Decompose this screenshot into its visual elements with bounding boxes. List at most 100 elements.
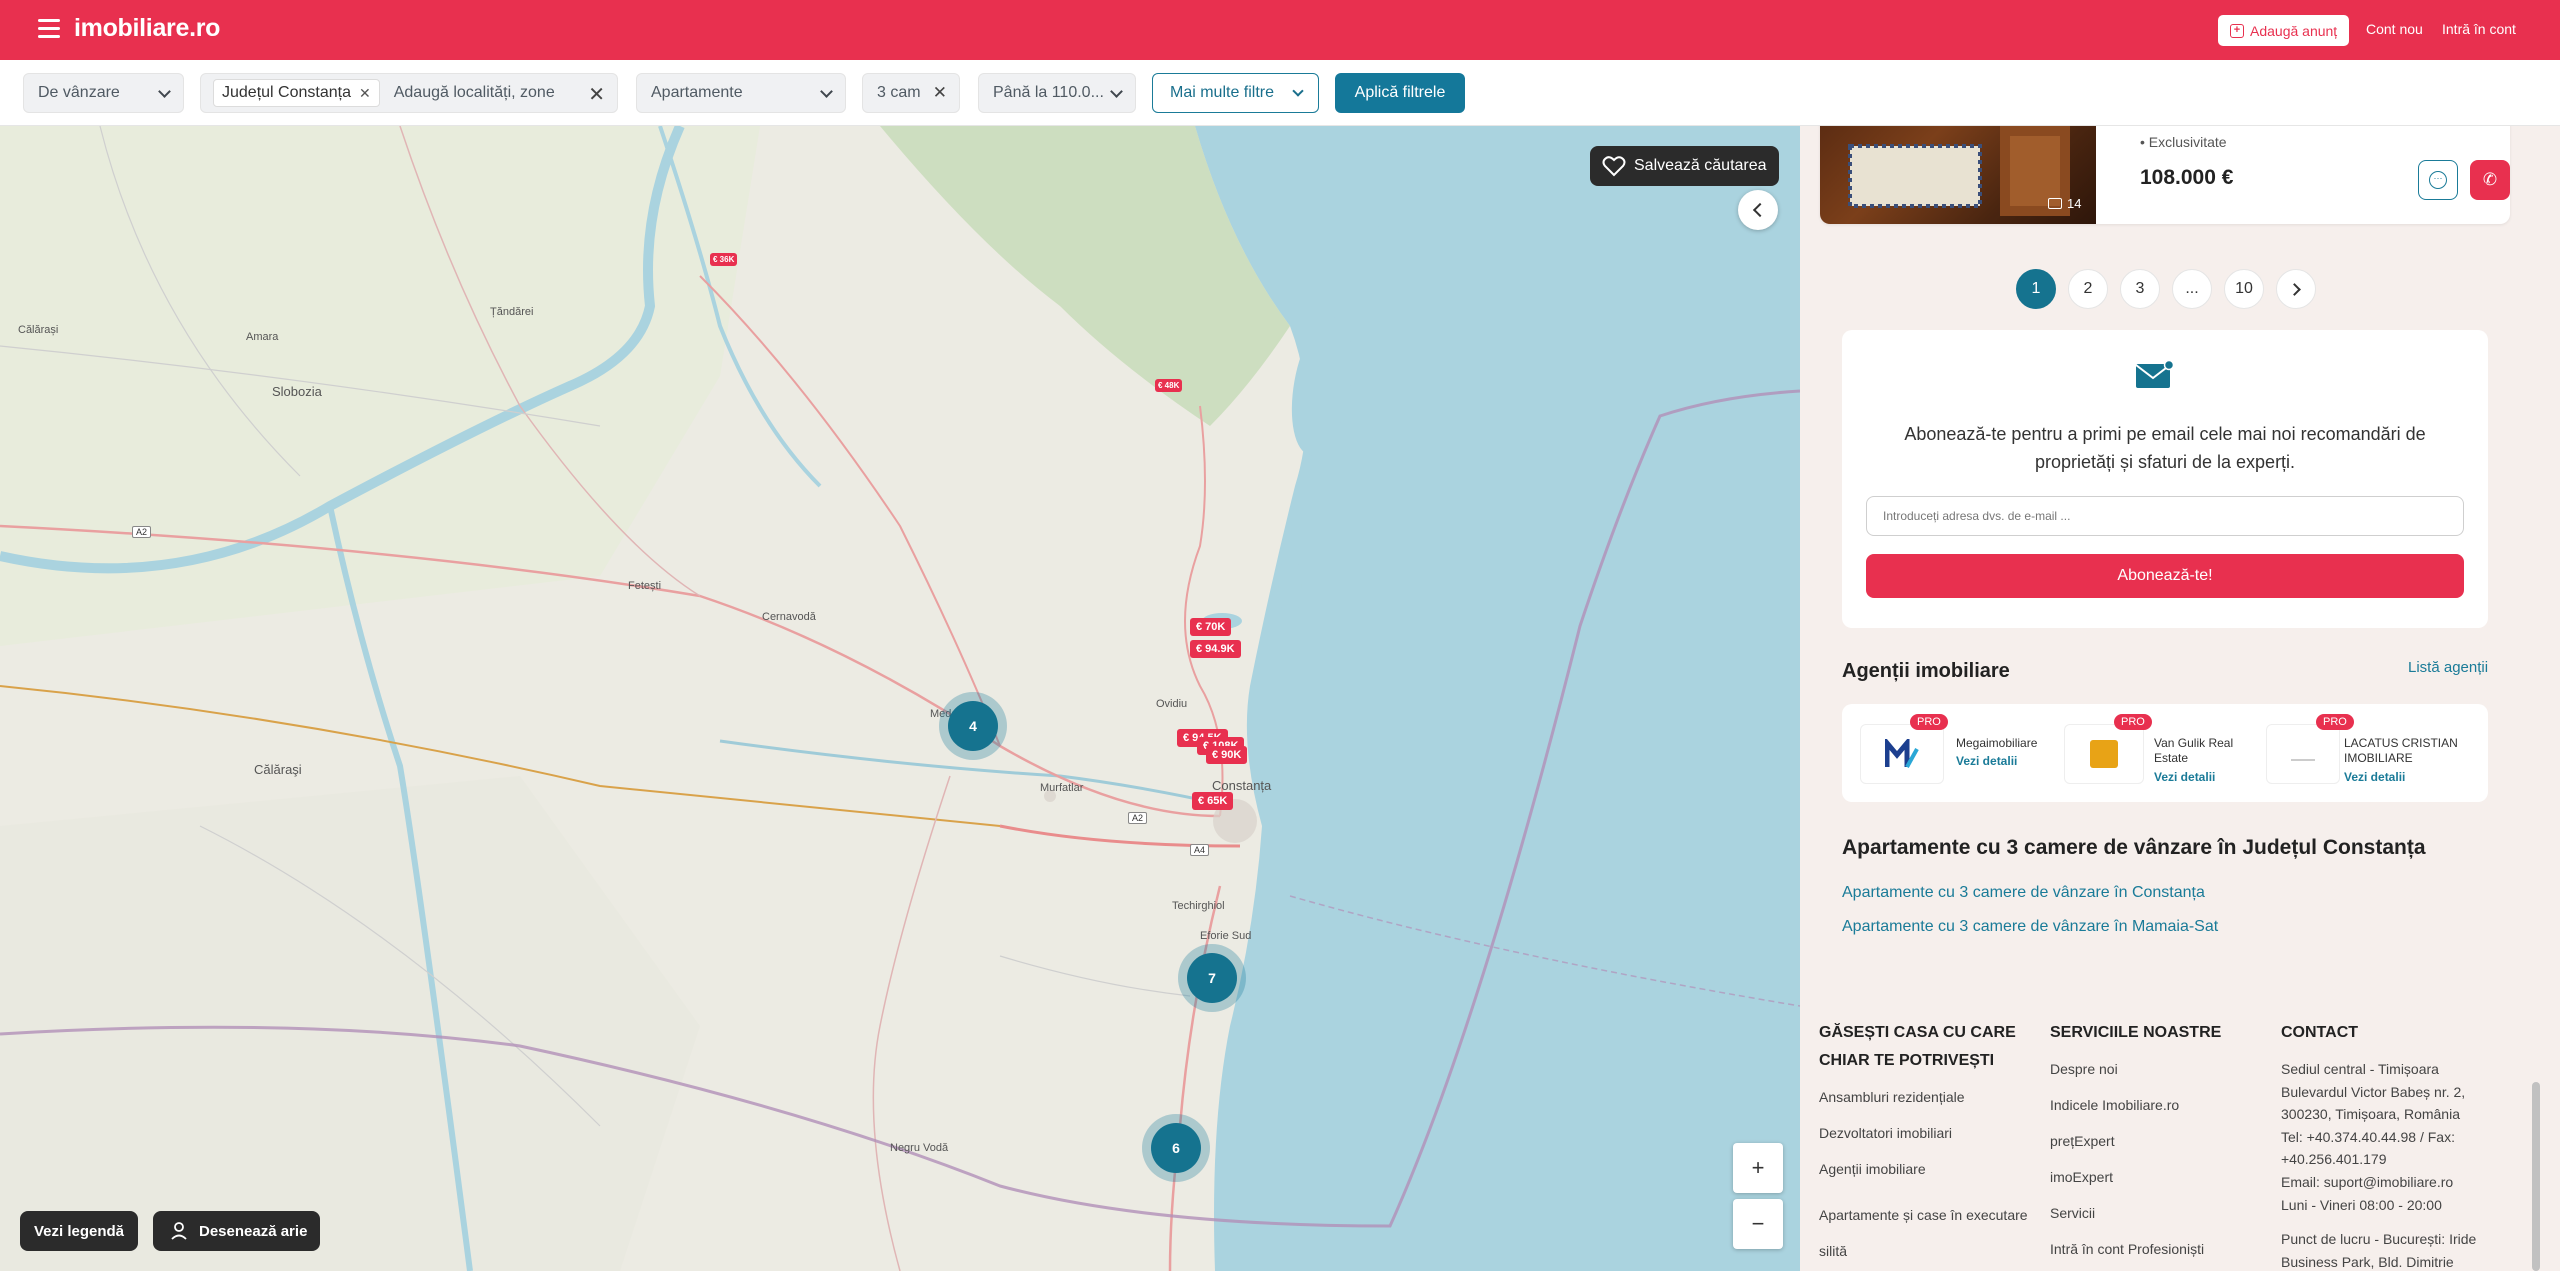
chevron-down-icon	[1292, 85, 1304, 97]
agency-name: Megaimobiliare	[1956, 736, 2038, 750]
contact-line: 300230, Timișoara, România	[2281, 1106, 2460, 1123]
van-gulik-logo	[2090, 740, 2118, 768]
listing-card[interactable]: 14 • Exclusivitate 108.000 € ··· ✆	[1820, 126, 2510, 224]
clear-rooms-icon[interactable]: ✕	[933, 83, 947, 103]
contact-line: Bulevardul Victor Babeș nr. 2,	[2281, 1083, 2466, 1100]
agency-card[interactable]: PRO Van Gulik Real Estate Vezi detalii	[2064, 714, 2264, 784]
property-type-select[interactable]: Apartamente	[636, 73, 846, 113]
seo-link[interactable]: Apartamente cu 3 camere de vânzare în Ma…	[1842, 918, 2218, 936]
legend-button[interactable]: Vezi legendă	[20, 1211, 138, 1251]
agency-name: LACATUS CRISTIAN IMOBILIARE	[2344, 736, 2458, 765]
road-shield: A2	[1128, 812, 1148, 824]
footer-link[interactable]: Ansambluri rezidențiale	[1819, 1089, 1965, 1105]
place-label: Călăraşi	[254, 762, 302, 777]
place-label: Călărași	[18, 324, 59, 336]
footer-link[interactable]: Indicele Imobiliare.ro	[2050, 1097, 2179, 1113]
menu-icon[interactable]	[38, 19, 60, 39]
add-listing-button[interactable]: + Adaugă anunț	[2218, 15, 2350, 46]
location-input[interactable]: Județul Constanța ✕ Adaugă localități, z…	[200, 73, 618, 113]
seo-title: Apartamente cu 3 camere de vânzare în Ju…	[1842, 836, 2426, 859]
page-3[interactable]: 3	[2120, 269, 2160, 309]
price-select[interactable]: Până la 110.0...	[978, 73, 1136, 113]
map-cluster[interactable]: 6	[1142, 1114, 1210, 1182]
location-placeholder: Adaugă localități, zone	[393, 84, 555, 101]
message-button[interactable]: ···	[2418, 160, 2458, 200]
page-10[interactable]: 10	[2224, 269, 2264, 309]
footer-link[interactable]: imoExpert	[2050, 1169, 2113, 1185]
footer-link[interactable]: Agenții imobiliare	[1819, 1161, 1926, 1177]
place-label: Slobozia	[272, 384, 322, 399]
apply-filters-button[interactable]: Aplică filtrele	[1335, 73, 1465, 113]
zoom-in-button[interactable]: +	[1733, 1143, 1783, 1193]
agency-card[interactable]: PRO LACATUS CRISTIAN IMOBILIARE Vezi det…	[2266, 714, 2466, 784]
email-field[interactable]: Introduceți adresa dvs. de e-mail ...	[1866, 496, 2464, 536]
place-label: Techirghiol	[1172, 900, 1225, 912]
clear-location-icon[interactable]: ✕	[588, 82, 605, 107]
remove-chip-icon[interactable]: ✕	[359, 85, 371, 102]
agency-logo	[1860, 724, 1944, 784]
contact-line: Punct de lucru - București: Iride	[2281, 1231, 2477, 1248]
contact-line: Email: suport@imobiliare.ro	[2281, 1173, 2454, 1190]
road-shield: A2	[132, 526, 152, 538]
page-1[interactable]: 1	[2016, 269, 2056, 309]
logo[interactable]: imobiliare.ro	[74, 14, 220, 43]
draw-area-button[interactable]: Desenează arie	[153, 1211, 320, 1251]
next-page-button[interactable]	[2276, 269, 2316, 309]
place-label: Cernavodă	[762, 611, 816, 623]
place-label: Țăndărei	[490, 306, 534, 318]
transaction-select[interactable]: De vânzare	[23, 73, 184, 113]
footer-link[interactable]: Apartamente și case în executare silită	[1819, 1197, 2034, 1269]
subscribe-button[interactable]: Abonează-te!	[1866, 554, 2464, 598]
add-listing-label: Adaugă anunț	[2250, 22, 2338, 39]
newsletter-box: Abonează-te pentru a primi pe email cele…	[1842, 330, 2488, 628]
collapse-map-button[interactable]	[1738, 190, 1778, 230]
map[interactable]: Călărași Amara Slobozia Țăndărei Fetești…	[0, 126, 1800, 1271]
footer-title-houses: GĂSEȘTI CASA CU CARE CHIAR TE POTRIVEȘTI	[1819, 1024, 2016, 1069]
page-scrollbar[interactable]	[2532, 1082, 2540, 1271]
footer-link[interactable]: Despre noi	[2050, 1061, 2118, 1077]
rooms-select[interactable]: 3 cam ✕	[862, 73, 960, 113]
location-chip[interactable]: Județul Constanța ✕	[213, 79, 380, 107]
map-price-tag[interactable]: € 90K	[1206, 746, 1248, 764]
map-price-tag[interactable]: € 48K	[1155, 379, 1183, 392]
footer-link[interactable]: Intră în cont Profesioniști	[2050, 1241, 2204, 1257]
footer-link[interactable]: Servicii	[2050, 1205, 2095, 1221]
agencies-box: PRO Megaimobiliare Vezi detalii PRO Van …	[1842, 704, 2488, 802]
map-cluster[interactable]: 7	[1178, 944, 1246, 1012]
save-search-button[interactable]: Salvează căutarea	[1590, 146, 1779, 186]
agency-details-link[interactable]: Vezi detalii	[1956, 754, 2017, 768]
map-cluster[interactable]: 4	[939, 692, 1007, 760]
agency-details-link[interactable]: Vezi detalii	[2344, 770, 2405, 784]
agencies-list-link[interactable]: Listă agenții	[2408, 659, 2488, 676]
cluster-count: 6	[1151, 1123, 1201, 1173]
price-value: Până la 110.0...	[993, 84, 1104, 101]
transaction-value: De vânzare	[38, 84, 120, 101]
listing-photo[interactable]: 14	[1820, 126, 2096, 224]
listing-tag: • Exclusivitate	[2140, 134, 2227, 150]
pro-badge: PRO	[2114, 714, 2152, 730]
save-search-label: Salvează căutarea	[1634, 157, 1767, 174]
newsletter-text: Abonează-te pentru a primi pe email cele…	[1904, 424, 2426, 472]
agency-card[interactable]: PRO Megaimobiliare Vezi detalii	[1860, 714, 2060, 784]
footer-link[interactable]: prețExpert	[2050, 1133, 2115, 1149]
agencies-title: Agenții imobiliare	[1842, 660, 2010, 682]
new-account-link[interactable]: Cont nou	[2366, 21, 2423, 37]
footer-link[interactable]: Dezvoltatori imobiliari	[1819, 1125, 1952, 1141]
results-panel: 14 • Exclusivitate 108.000 € ··· ✆ 1 2 3…	[1800, 126, 2560, 1271]
rooms-value: 3 cam	[877, 84, 921, 101]
login-link[interactable]: Intră în cont	[2442, 21, 2516, 37]
zoom-out-button[interactable]: −	[1733, 1199, 1783, 1249]
map-price-tag[interactable]: € 94.9K	[1190, 640, 1241, 658]
seo-link[interactable]: Apartamente cu 3 camere de vânzare în Co…	[1842, 884, 2205, 902]
chat-icon: ···	[2429, 171, 2447, 189]
map-price-tag[interactable]: € 70K	[1190, 618, 1232, 636]
agency-details-link[interactable]: Vezi detalii	[2154, 770, 2215, 784]
map-price-tag[interactable]: € 65K	[1192, 792, 1234, 810]
page-2[interactable]: 2	[2068, 269, 2108, 309]
envelope-icon	[2135, 360, 2175, 388]
cluster-count: 7	[1187, 953, 1237, 1003]
call-button[interactable]: ✆	[2470, 160, 2510, 200]
more-filters-button[interactable]: Mai multe filtre	[1152, 73, 1319, 113]
map-price-tag[interactable]: € 36K	[710, 253, 738, 266]
chevron-down-icon	[158, 85, 171, 98]
